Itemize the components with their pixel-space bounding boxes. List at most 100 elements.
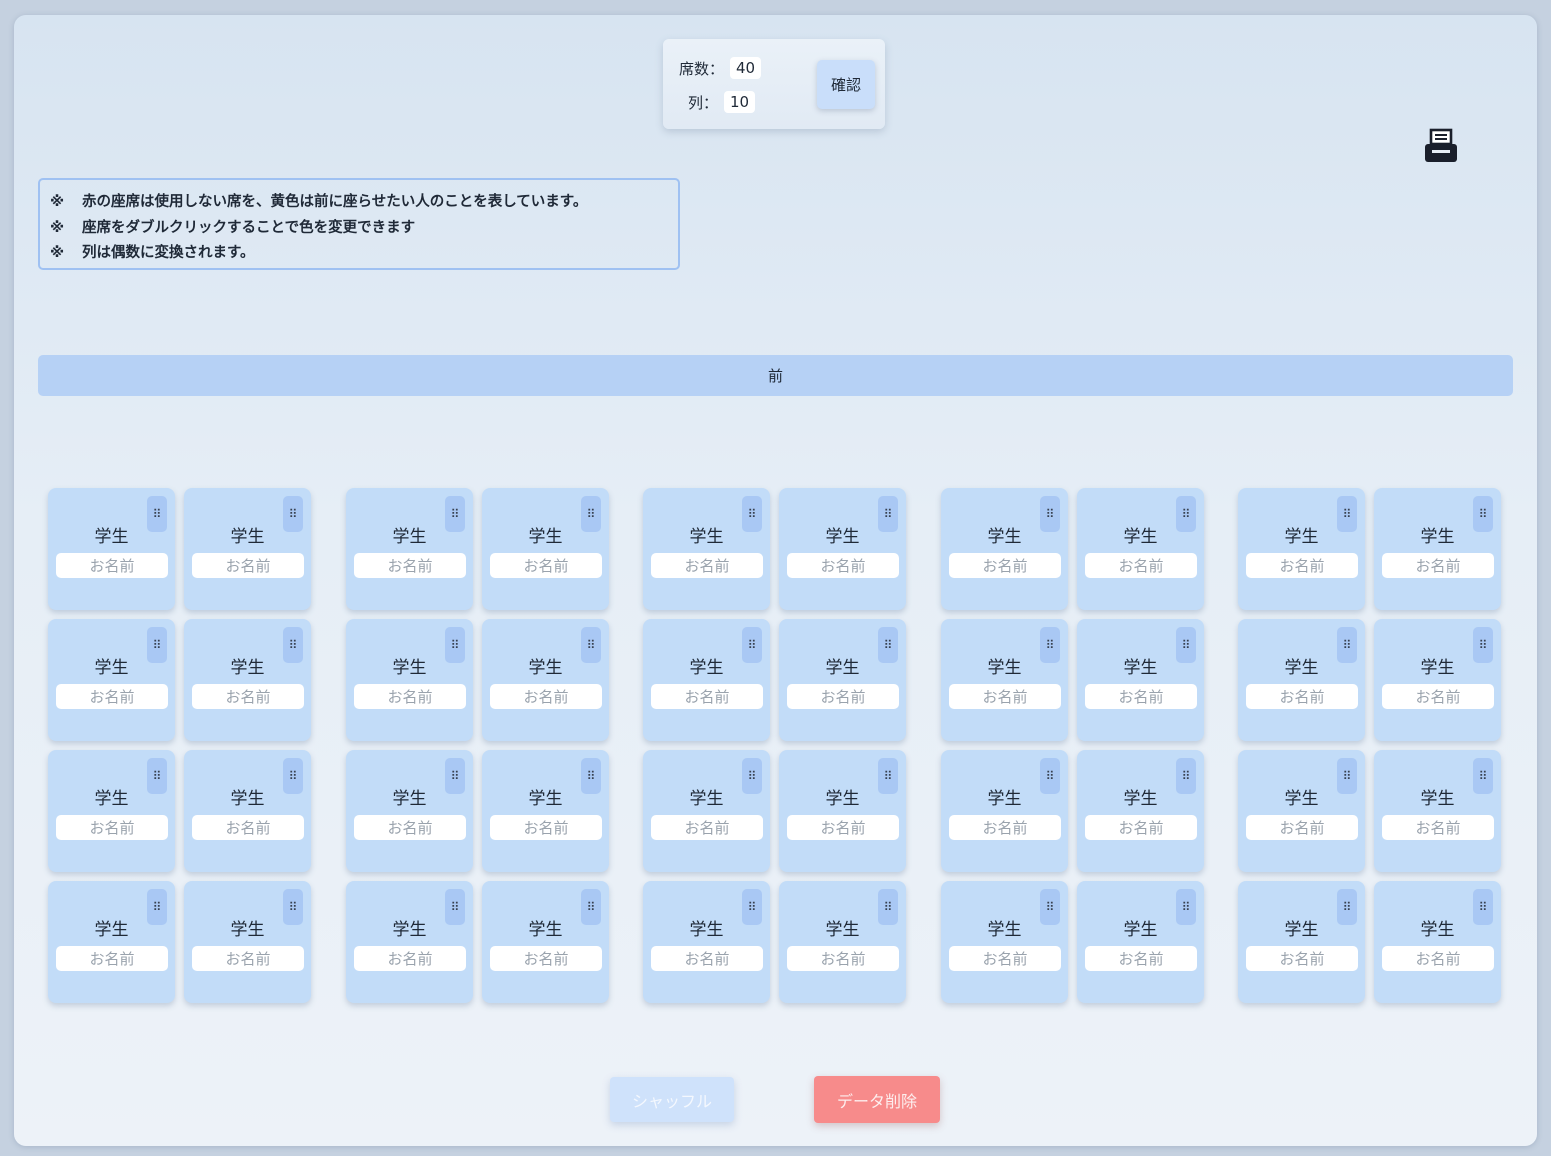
seat-card[interactable]: ⠿ 学生: [346, 619, 473, 741]
seat-card[interactable]: ⠿ 学生: [1077, 750, 1204, 872]
student-name-input[interactable]: [1246, 815, 1358, 840]
student-name-input[interactable]: [1382, 684, 1494, 709]
student-name-input[interactable]: [56, 684, 168, 709]
delete-data-button[interactable]: データ削除: [814, 1076, 940, 1123]
student-name-input[interactable]: [192, 815, 304, 840]
student-name-input[interactable]: [1382, 553, 1494, 578]
seat-card[interactable]: ⠿ 学生: [1077, 619, 1204, 741]
seat-card[interactable]: ⠿ 学生: [1077, 881, 1204, 1003]
seat-label: 学生: [825, 658, 860, 678]
student-name-input[interactable]: [787, 553, 899, 578]
seat-label: 学生: [94, 920, 129, 940]
student-name-input[interactable]: [949, 815, 1061, 840]
seat-label: 学生: [689, 789, 724, 809]
seat-card[interactable]: ⠿ 学生: [779, 619, 906, 741]
seat-card[interactable]: ⠿ 学生: [346, 881, 473, 1003]
seat-label: 学生: [392, 527, 427, 547]
student-name-input[interactable]: [1382, 946, 1494, 971]
student-name-input[interactable]: [787, 946, 899, 971]
seat-card[interactable]: ⠿ 学生: [482, 881, 609, 1003]
seat-card[interactable]: ⠿ 学生: [1238, 619, 1365, 741]
seat-label: 学生: [825, 789, 860, 809]
seat-label: 学生: [987, 527, 1022, 547]
seat-card[interactable]: ⠿ 学生: [941, 881, 1068, 1003]
seat-card[interactable]: ⠿ 学生: [482, 750, 609, 872]
student-name-input[interactable]: [354, 946, 466, 971]
student-name-input[interactable]: [56, 946, 168, 971]
seat-card[interactable]: ⠿ 学生: [643, 881, 770, 1003]
student-name-input[interactable]: [354, 553, 466, 578]
student-name-input[interactable]: [1246, 553, 1358, 578]
student-name-input[interactable]: [949, 946, 1061, 971]
seat-card[interactable]: ⠿ 学生: [1238, 881, 1365, 1003]
student-name-input[interactable]: [1085, 815, 1197, 840]
seat-label: 学生: [987, 658, 1022, 678]
seat-card[interactable]: ⠿ 学生: [1238, 750, 1365, 872]
seat-card[interactable]: ⠿ 学生: [643, 488, 770, 610]
student-name-input[interactable]: [1246, 946, 1358, 971]
seat-card[interactable]: ⠿ 学生: [184, 488, 311, 610]
seat-card[interactable]: ⠿ 学生: [1374, 750, 1501, 872]
seat-label: 学生: [1420, 527, 1455, 547]
seat-card[interactable]: ⠿ 学生: [482, 619, 609, 741]
seat-card[interactable]: ⠿ 学生: [48, 619, 175, 741]
seat-card[interactable]: ⠿ 学生: [482, 488, 609, 610]
printer-icon[interactable]: [1423, 128, 1459, 164]
seat-card[interactable]: ⠿ 学生: [184, 881, 311, 1003]
student-name-input[interactable]: [1085, 684, 1197, 709]
shuffle-button[interactable]: シャッフル: [610, 1077, 734, 1122]
seat-card[interactable]: ⠿ 学生: [643, 619, 770, 741]
note-mark: ※: [50, 194, 65, 210]
student-name-input[interactable]: [490, 815, 602, 840]
student-name-input[interactable]: [651, 684, 763, 709]
student-name-input[interactable]: [1085, 946, 1197, 971]
seat-card[interactable]: ⠿ 学生: [941, 750, 1068, 872]
seat-card[interactable]: ⠿ 学生: [346, 488, 473, 610]
student-name-input[interactable]: [56, 815, 168, 840]
seat-label: 学生: [1284, 527, 1319, 547]
seat-card[interactable]: ⠿ 学生: [941, 488, 1068, 610]
student-name-input[interactable]: [192, 684, 304, 709]
seat-card[interactable]: ⠿ 学生: [779, 881, 906, 1003]
student-name-input[interactable]: [490, 946, 602, 971]
student-name-input[interactable]: [56, 553, 168, 578]
seat-card[interactable]: ⠿ 学生: [1374, 619, 1501, 741]
seat-card[interactable]: ⠿ 学生: [1077, 488, 1204, 610]
seat-card[interactable]: ⠿ 学生: [643, 750, 770, 872]
student-name-input[interactable]: [1246, 684, 1358, 709]
seat-card[interactable]: ⠿ 学生: [346, 750, 473, 872]
student-name-input[interactable]: [1382, 815, 1494, 840]
seat-card[interactable]: ⠿ 学生: [779, 750, 906, 872]
student-name-input[interactable]: [354, 815, 466, 840]
student-name-input[interactable]: [787, 684, 899, 709]
seat-card[interactable]: ⠿ 学生: [779, 488, 906, 610]
note-mark: ※: [50, 219, 65, 236]
column-count-input[interactable]: 10: [724, 91, 756, 113]
seat-card[interactable]: ⠿ 学生: [1238, 488, 1365, 610]
student-name-input[interactable]: [651, 815, 763, 840]
seat-card[interactable]: ⠿ 学生: [1374, 881, 1501, 1003]
seat-card[interactable]: ⠿ 学生: [184, 750, 311, 872]
student-name-input[interactable]: [192, 553, 304, 578]
student-name-input[interactable]: [1085, 553, 1197, 578]
student-name-input[interactable]: [651, 553, 763, 578]
student-name-input[interactable]: [354, 684, 466, 709]
note-text: 座席をダブルクリックすることで色を変更できます: [82, 219, 416, 236]
seat-count-input[interactable]: 40: [730, 57, 762, 79]
student-name-input[interactable]: [787, 815, 899, 840]
seat-card[interactable]: ⠿ 学生: [48, 881, 175, 1003]
seat-card[interactable]: ⠿ 学生: [1374, 488, 1501, 610]
student-name-input[interactable]: [651, 946, 763, 971]
seat-card[interactable]: ⠿ 学生: [48, 488, 175, 610]
seat-label: 学生: [392, 789, 427, 809]
student-name-input[interactable]: [949, 553, 1061, 578]
seat-card[interactable]: ⠿ 学生: [184, 619, 311, 741]
confirm-button[interactable]: 確認: [817, 60, 875, 109]
seat-card[interactable]: ⠿ 学生: [48, 750, 175, 872]
student-name-input[interactable]: [490, 553, 602, 578]
student-name-input[interactable]: [192, 946, 304, 971]
student-name-input[interactable]: [490, 684, 602, 709]
seat-count-row: 席数： 40: [679, 57, 762, 79]
seat-card[interactable]: ⠿ 学生: [941, 619, 1068, 741]
student-name-input[interactable]: [949, 684, 1061, 709]
